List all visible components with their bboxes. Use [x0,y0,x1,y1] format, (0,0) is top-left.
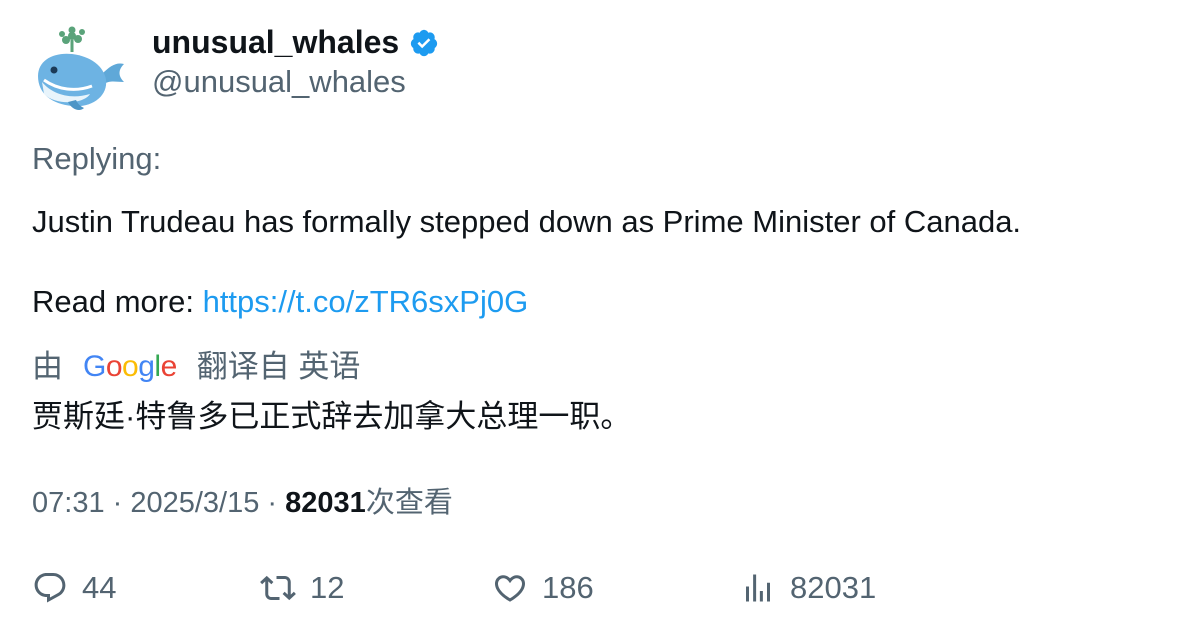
google-letter: o [105,350,123,383]
avatar[interactable] [32,24,128,114]
views-action-count: 82031 [790,570,877,605]
tweet-text: Justin Trudeau has formally stepped down… [32,204,1022,239]
translation-prefix: 由 [32,349,63,384]
reply-count: 44 [82,570,117,605]
views-count: 82031 [285,487,366,519]
translated-text: 贾斯廷·特鲁多已正式辞去加拿大总理一职。 [32,399,632,434]
like-button[interactable]: 186 [492,570,594,606]
tweet-meta: 07:31 · 2025/3/15 · 82031次查看 [32,485,453,521]
reply-button[interactable]: 44 [32,570,116,606]
whale-avatar-icon [38,26,124,110]
heart-icon [494,575,526,602]
translation-suffix: 翻译自 英语 [196,349,361,384]
tweet-date[interactable]: 2025/3/15 [130,487,259,519]
google-letter: e [160,350,178,383]
read-more-label: Read more: [32,284,203,319]
tweet-link[interactable]: https://t.co/zTR6sxPj0G [203,284,529,319]
google-logo[interactable]: Google [83,346,177,388]
google-letter: o [122,350,139,383]
tweet-time[interactable]: 07:31 [32,487,105,519]
retweet-button[interactable]: 12 [260,570,344,606]
reply-icon [34,573,66,603]
action-bar: 44 12 186 82031 [32,570,1172,616]
read-more-line: Read more: https://t.co/zTR6sxPj0G [32,282,528,322]
views-label: 次查看 [365,487,453,519]
translation-attribution: 由 Google 翻译自 英语 [32,346,360,388]
views-button[interactable]: 82031 [740,570,876,606]
handle[interactable]: @unusual_whales [152,64,406,100]
verified-badge-icon[interactable] [409,28,439,58]
google-letter: G [83,350,106,383]
author-name-row: unusual_whales [152,22,439,62]
meta-separator: · [259,487,286,519]
replying-label: Replying: [32,141,162,176]
analytics-icon [746,574,770,602]
retweet-icon [260,575,296,601]
retweet-count: 12 [310,570,345,605]
google-letter: g [138,350,155,383]
display-name[interactable]: unusual_whales [152,22,399,62]
meta-separator: · [104,487,131,519]
like-count: 186 [542,570,594,605]
